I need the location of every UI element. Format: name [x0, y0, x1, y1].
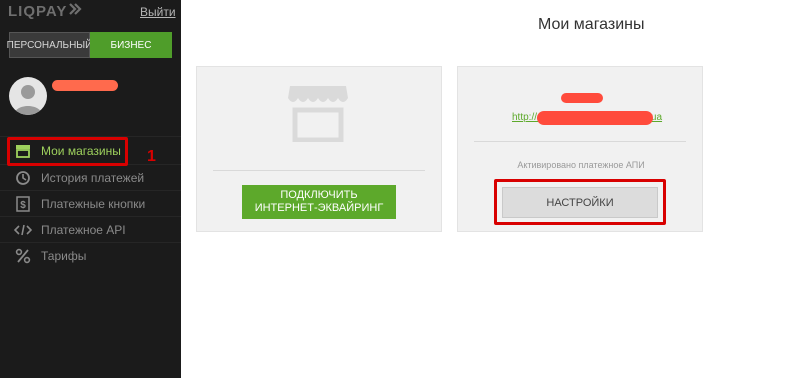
business-mode-button[interactable]: БИЗНЕС — [90, 32, 172, 58]
mode-switch: ПЕРСОНАЛЬНЫЙ БИЗНЕС — [7, 32, 172, 58]
api-status-text: Активировано платежное АПИ — [517, 160, 645, 170]
card-divider — [213, 170, 425, 171]
sidebar-item-label: Мои магазины — [41, 143, 121, 158]
avatar[interactable] — [9, 77, 47, 115]
annotation-number: 1 — [147, 148, 156, 165]
connect-acquiring-button[interactable]: ПОДКЛЮЧИТЬ ИНТЕРНЕТ-ЭКВАЙРИНГ — [242, 185, 396, 219]
dollar-icon: $ — [14, 195, 32, 213]
logout-link[interactable]: Выйти — [140, 5, 176, 19]
sidebar-item-label: Тарифы — [41, 248, 87, 263]
sidebar-item-label: Платежные кнопки — [41, 196, 146, 211]
sidebar-item-tariffs[interactable]: Тарифы — [0, 242, 181, 268]
card-divider — [474, 141, 686, 142]
percent-icon — [14, 247, 32, 265]
user-name-redacted — [52, 80, 118, 91]
sidebar-item-label: История платежей — [41, 170, 145, 185]
settings-button[interactable]: НАСТРОЙКИ — [502, 187, 658, 218]
page-title: Мои магазины — [538, 16, 645, 33]
personal-mode-button[interactable]: ПЕРСОНАЛЬНЫЙ — [7, 32, 92, 58]
sidebar-item-label: Платежное API — [41, 222, 126, 237]
sidebar: LIQPAY Выйти ПЕРСОНАЛЬНЫЙ БИЗНЕС Мои маг… — [0, 0, 181, 378]
svg-text:$: $ — [20, 200, 26, 211]
connect-acquiring-label: ПОДКЛЮЧИТЬ ИНТЕРНЕТ-ЭКВАЙРИНГ — [254, 189, 384, 214]
history-icon — [14, 169, 32, 187]
shop-url-redacted — [537, 111, 653, 125]
sidebar-item-payment-api[interactable]: Платежное API — [0, 216, 181, 242]
brand-logo: LIQPAY — [8, 3, 68, 20]
user-silhouette-icon — [14, 85, 42, 115]
shop-card: http:// ...ua Активировано платежное АПИ… — [457, 66, 703, 232]
store-icon — [14, 142, 32, 160]
add-shop-card: ПОДКЛЮЧИТЬ ИНТЕРНЕТ-ЭКВАЙРИНГ — [196, 66, 442, 232]
sidebar-item-payment-buttons[interactable]: $ Платежные кнопки — [0, 190, 181, 216]
sidebar-item-payment-history[interactable]: История платежей — [0, 164, 181, 190]
store-placeholder-icon — [288, 86, 348, 142]
shop-name-redacted — [561, 93, 603, 103]
double-chevron-icon — [69, 3, 82, 15]
code-icon — [14, 221, 32, 239]
